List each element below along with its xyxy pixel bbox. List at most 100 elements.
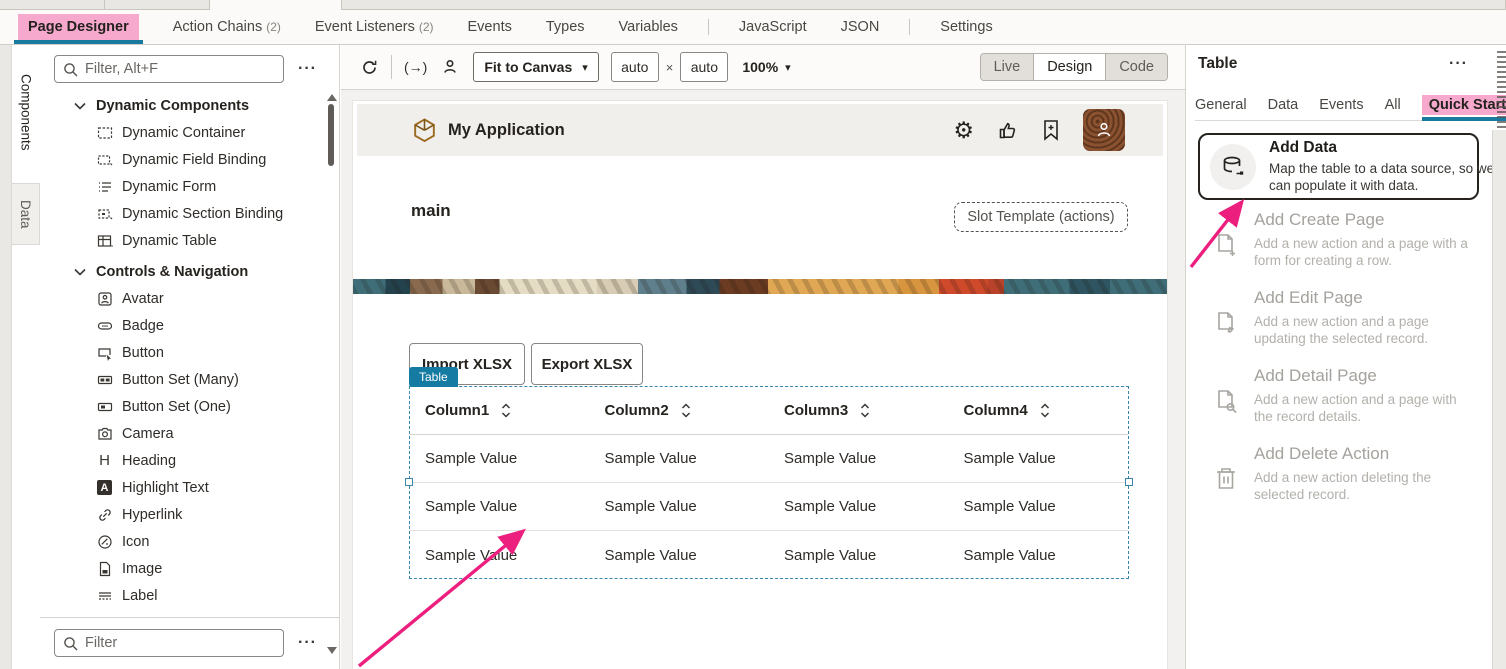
canvas-width-input[interactable]: [611, 52, 659, 82]
mode-live-button[interactable]: Live: [981, 54, 1035, 80]
palette-item-button-set-many[interactable]: Button Set (Many): [40, 366, 325, 393]
icon-icon: [96, 533, 113, 550]
tab-action-chains[interactable]: Action Chains(2): [169, 10, 285, 44]
sort-icon[interactable]: [501, 403, 511, 418]
resize-handle-left[interactable]: [405, 478, 413, 486]
column-header[interactable]: Column3: [769, 402, 949, 419]
scrollbar-thumb[interactable]: [328, 104, 334, 166]
avatar-icon: [96, 290, 113, 307]
size-separator: ×: [666, 60, 674, 75]
table-row[interactable]: Sample Value Sample Value Sample Value S…: [410, 483, 1128, 531]
palette-item-hyperlink[interactable]: Hyperlink: [40, 501, 325, 528]
vertical-tab-data[interactable]: Data: [12, 183, 40, 245]
refresh-icon[interactable]: [360, 58, 379, 77]
palette-item-dynamic-container[interactable]: Dynamic Container: [40, 119, 325, 146]
column-header[interactable]: Column4: [949, 402, 1129, 419]
canvas-height-input[interactable]: [680, 52, 728, 82]
tab-page-designer[interactable]: Page Designer: [14, 10, 143, 44]
palette-item-dynamic-section-binding[interactable]: Dynamic Section Binding: [40, 200, 325, 227]
hyperlink-icon: [96, 506, 113, 523]
table-row[interactable]: Sample Value Sample Value Sample Value S…: [410, 531, 1128, 579]
tab-settings[interactable]: Settings: [936, 10, 996, 44]
structure-filter-input[interactable]: [85, 635, 275, 651]
overflow-menu-icon[interactable]: ···: [1441, 55, 1476, 73]
column-header[interactable]: Column2: [590, 402, 770, 419]
overflow-menu-icon[interactable]: ···: [290, 60, 325, 78]
properties-tab-general[interactable]: General: [1195, 97, 1247, 120]
table-row[interactable]: Sample Value Sample Value Sample Value S…: [410, 435, 1128, 483]
quickstart-title: Add Delete Action: [1254, 444, 1479, 464]
mode-code-button[interactable]: Code: [1106, 54, 1167, 80]
left-rail: [0, 45, 12, 669]
palette-item-icon[interactable]: Icon: [40, 528, 325, 555]
fit-to-canvas-dropdown[interactable]: Fit to Canvas ▾: [473, 52, 598, 82]
chevron-down-icon: [74, 268, 86, 276]
window-strip-segment: [0, 0, 105, 10]
vertical-tab-components[interactable]: Components: [12, 53, 40, 171]
slot-template-placeholder[interactable]: Slot Template (actions): [954, 202, 1128, 232]
palette-item-avatar[interactable]: Avatar: [40, 285, 325, 312]
mode-switcher: Live Design Code: [980, 53, 1168, 81]
bookmark-add-icon[interactable]: [1042, 119, 1060, 141]
thumbs-up-icon[interactable]: [997, 119, 1019, 141]
palette-item-camera[interactable]: Camera: [40, 420, 325, 447]
properties-tab-quick-start[interactable]: Quick Start: [1422, 97, 1506, 120]
palette-scrollbar[interactable]: [325, 92, 337, 658]
mode-design-button[interactable]: Design: [1034, 54, 1106, 80]
properties-tab-all[interactable]: All: [1385, 97, 1401, 120]
structure-filter-field[interactable]: [54, 629, 284, 657]
properties-title: Table: [1198, 55, 1237, 73]
insert-cursor-icon[interactable]: (→): [404, 59, 427, 75]
selected-table-component[interactable]: Column1 Column2 Column3 Column4 Sample V…: [409, 386, 1129, 579]
left-vertical-tabs: Components Data: [12, 45, 40, 669]
export-xlsx-button[interactable]: Export XLSX: [531, 343, 643, 385]
design-canvas-area: (→) Fit to Canvas ▾ × 100% ▾ Live Design…: [341, 45, 1185, 669]
palette-item-highlight-text[interactable]: A Highlight Text: [40, 474, 325, 501]
banner-image: [353, 279, 1167, 294]
zoom-level-dropdown[interactable]: 100% ▾: [742, 59, 790, 75]
quickstart-title: Add Edit Page: [1254, 288, 1479, 308]
properties-tab-data[interactable]: Data: [1268, 97, 1299, 120]
gear-icon[interactable]: ⚙: [953, 119, 974, 142]
palette-item-button[interactable]: Button: [40, 339, 325, 366]
sort-icon[interactable]: [1040, 403, 1050, 418]
properties-tab-events[interactable]: Events: [1319, 97, 1363, 120]
dynamic-container-icon: [96, 124, 113, 141]
palette-item-dynamic-form[interactable]: Dynamic Form: [40, 173, 325, 200]
components-filter-field[interactable]: [54, 55, 284, 83]
tab-divider: [708, 19, 709, 35]
section-dynamic-components[interactable]: Dynamic Components: [40, 92, 325, 119]
tab-types[interactable]: Types: [542, 10, 589, 44]
tab-events[interactable]: Events: [464, 10, 516, 44]
column-header[interactable]: Column1: [410, 402, 590, 419]
sort-icon[interactable]: [681, 403, 691, 418]
palette-item-dynamic-table[interactable]: Dynamic Table: [40, 227, 325, 254]
components-filter-input[interactable]: [85, 61, 275, 77]
palette-item-heading[interactable]: H Heading: [40, 447, 325, 474]
panel-scrollbar-track[interactable]: [1492, 130, 1506, 669]
scroll-up-icon[interactable]: [327, 94, 337, 101]
app-logo-icon: [411, 117, 438, 144]
app-header: My Application ⚙: [357, 104, 1163, 156]
user-avatar[interactable]: [1083, 109, 1125, 151]
structure-clipped-item[interactable]: Grid Row: [40, 662, 339, 669]
palette-item-image[interactable]: Image: [40, 555, 325, 582]
tab-javascript[interactable]: JavaScript: [735, 10, 811, 44]
user-cursor-icon[interactable]: [441, 58, 459, 76]
quickstart-title: Add Data: [1269, 139, 1501, 157]
overflow-menu-icon[interactable]: ···: [290, 634, 325, 652]
palette-item-badge[interactable]: Badge: [40, 312, 325, 339]
tab-event-listeners[interactable]: Event Listeners(2): [311, 10, 438, 44]
palette-item-button-set-one[interactable]: Button Set (One): [40, 393, 325, 420]
palette-item-label[interactable]: Label: [40, 582, 325, 609]
section-controls-navigation[interactable]: Controls & Navigation: [40, 258, 325, 285]
tab-json[interactable]: JSON: [837, 10, 884, 44]
tab-variables[interactable]: Variables: [615, 10, 682, 44]
quickstart-add-data-button[interactable]: Add Data Map the table to a data source,…: [1198, 133, 1479, 200]
sort-icon[interactable]: [860, 403, 870, 418]
resize-handle-right[interactable]: [1125, 478, 1133, 486]
scroll-down-icon[interactable]: [327, 647, 337, 654]
search-icon: [63, 636, 78, 651]
palette-item-dynamic-field-binding[interactable]: Dynamic Field Binding: [40, 146, 325, 173]
button-set-one-icon: [96, 398, 113, 415]
